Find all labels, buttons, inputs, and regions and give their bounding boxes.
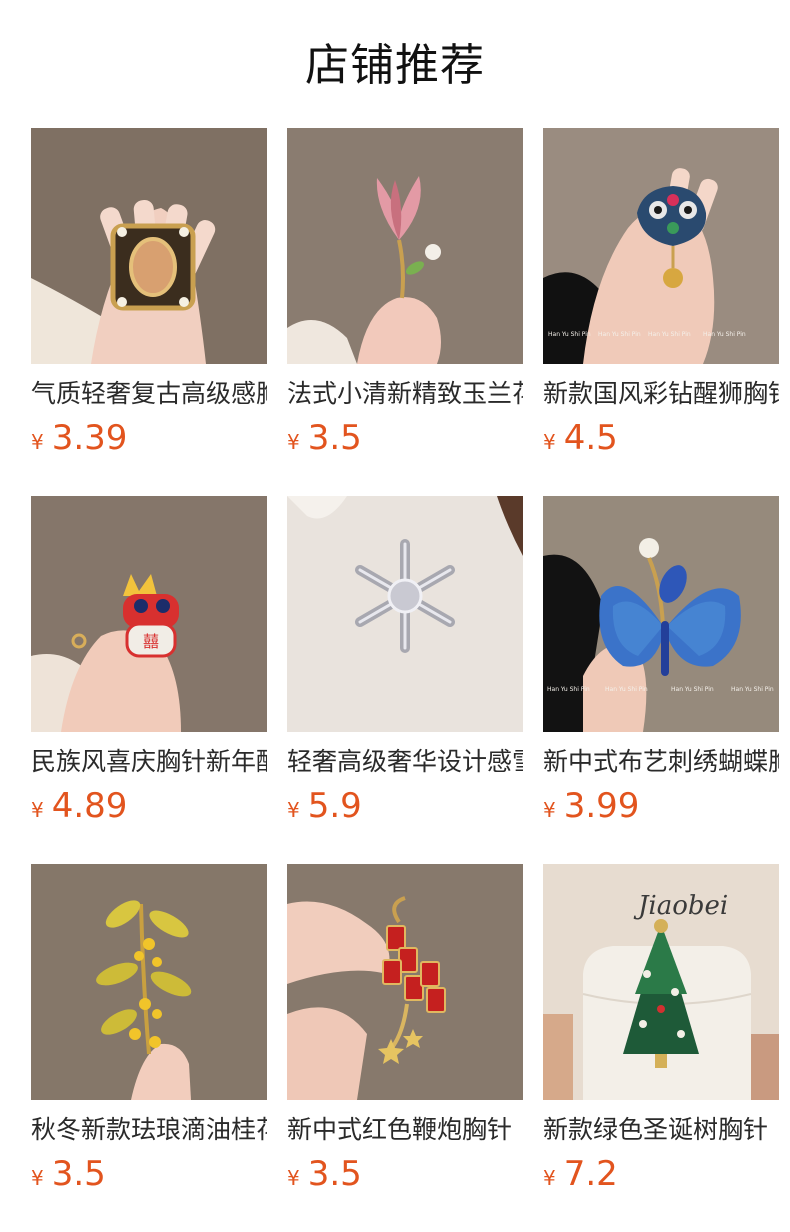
currency-symbol: ¥: [31, 430, 44, 454]
product-card[interactable]: Han Yu Shi Pin Han Yu Shi Pin Han Yu Shi…: [543, 128, 779, 496]
price-value: 3.5: [307, 418, 362, 458]
product-name[interactable]: 法式小清新精致玉兰花胸针: [287, 374, 523, 414]
product-card[interactable]: Jiaobei 新款绿色圣诞树胸针 ¥7.2: [543, 864, 779, 1232]
price-value: 3.5: [51, 1154, 106, 1194]
svg-text:Han Yu Shi Pin: Han Yu Shi Pin: [731, 686, 774, 693]
currency-symbol: ¥: [31, 1166, 44, 1190]
page-title: 店铺推荐: [305, 40, 485, 91]
svg-text:Han Yu Shi Pin: Han Yu Shi Pin: [605, 686, 648, 693]
price-value: 7.2: [563, 1154, 618, 1194]
product-name[interactable]: 气质轻奢复古高级感胸针: [31, 374, 267, 414]
product-image[interactable]: 囍: [31, 496, 267, 732]
product-card[interactable]: 轻奢高级奢华设计感雪花胸针 ¥5.9: [287, 496, 523, 864]
product-image[interactable]: [287, 496, 523, 732]
product-name[interactable]: 新款绿色圣诞树胸针: [543, 1110, 779, 1150]
box-signature: Jiaobei: [633, 891, 728, 921]
svg-text:Han Yu Shi Pin: Han Yu Shi Pin: [547, 686, 590, 693]
product-image[interactable]: [31, 864, 267, 1100]
price-value: 3.99: [563, 786, 640, 826]
product-price: ¥3.39: [31, 416, 127, 460]
product-grid: 气质轻奢复古高级感胸针 ¥3.39 法式小清新精致玉兰花胸针 ¥3.5: [31, 128, 790, 1232]
product-price: ¥3.5: [287, 1152, 362, 1196]
price-value: 4.89: [51, 786, 128, 826]
price-value: 3.5: [307, 1154, 362, 1194]
svg-text:囍: 囍: [143, 632, 159, 651]
product-name[interactable]: 秋冬新款珐琅滴油桂花胸针: [31, 1110, 267, 1150]
product-image[interactable]: Han Yu Shi Pin Han Yu Shi Pin Han Yu Shi…: [543, 496, 779, 732]
product-price: ¥3.99: [543, 784, 639, 828]
price-value: 3.39: [51, 418, 128, 458]
product-price: ¥5.9: [287, 784, 362, 828]
currency-symbol: ¥: [31, 798, 44, 822]
product-name[interactable]: 新中式布艺刺绣蝴蝶胸针: [543, 742, 779, 782]
svg-text:Han Yu Shi Pin: Han Yu Shi Pin: [648, 331, 691, 338]
product-image[interactable]: Han Yu Shi Pin Han Yu Shi Pin Han Yu Shi…: [543, 128, 779, 364]
product-image[interactable]: Jiaobei: [543, 864, 779, 1100]
product-price: ¥3.5: [31, 1152, 106, 1196]
currency-symbol: ¥: [543, 430, 556, 454]
currency-symbol: ¥: [287, 1166, 300, 1190]
product-card[interactable]: 秋冬新款珐琅滴油桂花胸针 ¥3.5: [31, 864, 267, 1232]
svg-text:Han Yu Shi Pin: Han Yu Shi Pin: [671, 686, 714, 693]
product-card[interactable]: 新中式红色鞭炮胸针 ¥3.5: [287, 864, 523, 1232]
product-price: ¥4.89: [31, 784, 127, 828]
price-value: 4.5: [563, 418, 618, 458]
product-name[interactable]: 轻奢高级奢华设计感雪花胸针: [287, 742, 523, 782]
product-name[interactable]: 新款国风彩钻醒狮胸针: [543, 374, 779, 414]
product-name[interactable]: 新中式红色鞭炮胸针: [287, 1110, 523, 1150]
product-image[interactable]: [287, 128, 523, 364]
product-card[interactable]: 法式小清新精致玉兰花胸针 ¥3.5: [287, 128, 523, 496]
svg-text:Han Yu Shi Pin: Han Yu Shi Pin: [703, 331, 746, 338]
svg-text:Han Yu Shi Pin: Han Yu Shi Pin: [598, 331, 641, 338]
product-price: ¥4.5: [543, 416, 618, 460]
currency-symbol: ¥: [543, 798, 556, 822]
price-value: 5.9: [307, 786, 362, 826]
product-card[interactable]: 气质轻奢复古高级感胸针 ¥3.39: [31, 128, 267, 496]
currency-symbol: ¥: [287, 798, 300, 822]
svg-text:Han Yu Shi Pin: Han Yu Shi Pin: [548, 331, 591, 338]
product-price: ¥3.5: [287, 416, 362, 460]
product-price: ¥7.2: [543, 1152, 618, 1196]
product-name[interactable]: 民族风喜庆胸针新年醒狮: [31, 742, 267, 782]
product-image[interactable]: [287, 864, 523, 1100]
currency-symbol: ¥: [287, 430, 300, 454]
product-card[interactable]: 囍 民族风喜庆胸针新年醒狮 ¥4.89: [31, 496, 267, 864]
product-image[interactable]: [31, 128, 267, 364]
currency-symbol: ¥: [543, 1166, 556, 1190]
product-card[interactable]: Han Yu Shi Pin Han Yu Shi Pin Han Yu Shi…: [543, 496, 779, 864]
